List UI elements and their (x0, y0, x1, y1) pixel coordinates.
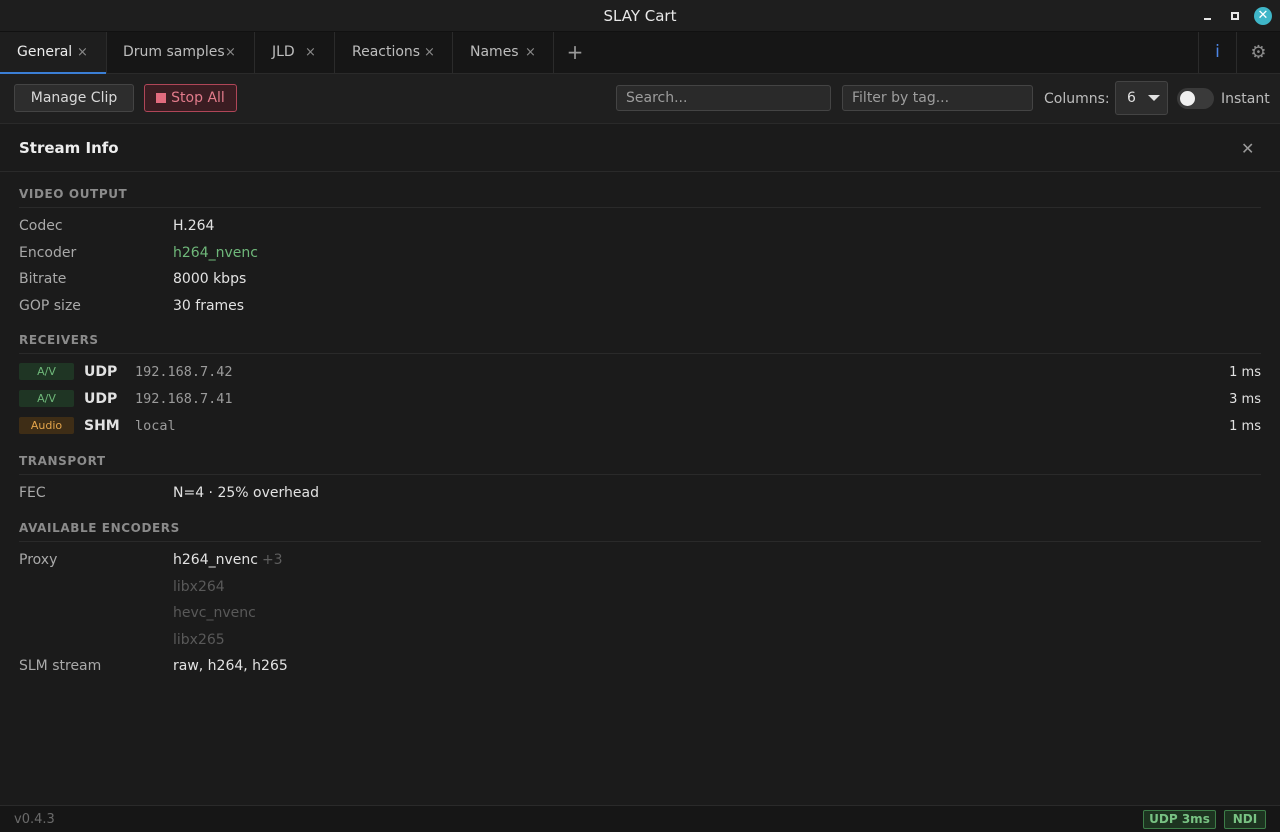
manage-clip-button[interactable]: Manage Clip (14, 84, 134, 112)
stop-icon (156, 93, 167, 103)
receiver-address: 192.168.7.42 (135, 364, 233, 380)
receiver-address: local (135, 418, 176, 434)
gear-icon[interactable]: ⚙ (1236, 32, 1280, 73)
info-icon[interactable]: i (1198, 32, 1236, 73)
receiver-latency: 3 ms (1229, 392, 1261, 407)
panel-title: Stream Info (19, 139, 119, 157)
minimize-icon[interactable] (1199, 7, 1217, 25)
proxy-encoder: h264_nvenc (173, 552, 258, 568)
ndi-status-badge[interactable]: NDI (1224, 810, 1266, 829)
av-badge: A/V (19, 390, 74, 407)
tab-close-icon[interactable]: × (305, 32, 316, 73)
fec-key: FEC (19, 485, 46, 501)
tab-drum-samples[interactable]: Drum samples × (107, 32, 255, 73)
receiver-protocol: UDP (84, 391, 118, 407)
encoder-key: Encoder (19, 245, 77, 261)
columns-label: Columns: (1044, 91, 1110, 107)
section-title-transport: TRANSPORT (19, 454, 1261, 475)
proxy-alternate: libx264 (173, 579, 225, 595)
add-tab-icon[interactable]: + (563, 32, 587, 73)
chevron-down-icon (1148, 95, 1160, 101)
fec-value: N=4 · 25% overhead (173, 485, 319, 501)
proxy-more-count: +3 (261, 552, 283, 568)
codec-value: H.264 (173, 218, 215, 234)
tab-label: General (17, 44, 73, 60)
toggle-knob (1180, 91, 1195, 106)
receiver-latency: 1 ms (1229, 419, 1261, 434)
section-title-available-encoders: AVAILABLE ENCODERS (19, 521, 1261, 542)
codec-key: Codec (19, 218, 63, 234)
proxy-key: Proxy (19, 552, 58, 568)
av-badge: A/V (19, 363, 74, 380)
udp-status-badge[interactable]: UDP 3ms (1143, 810, 1216, 829)
close-window-icon[interactable]: ✕ (1254, 7, 1272, 25)
stop-all-button[interactable]: Stop All (144, 84, 237, 112)
panel-header: Stream Info ✕ (0, 125, 1280, 172)
bitrate-value: 8000 kbps (173, 271, 247, 287)
receiver-protocol: UDP (84, 364, 118, 380)
window-title: SLAY Cart (603, 7, 677, 25)
slm-stream-value: raw, h264, h265 (173, 658, 288, 674)
section-title-receivers: RECEIVERS (19, 333, 1261, 354)
tab-names[interactable]: Names × (453, 32, 554, 73)
version-label: v0.4.3 (14, 812, 55, 827)
gop-size-value: 30 frames (173, 298, 245, 314)
tab-close-icon[interactable]: × (77, 32, 88, 73)
close-panel-icon[interactable]: ✕ (1241, 125, 1254, 172)
tag-filter-input[interactable] (842, 85, 1033, 111)
encoder-value: h264_nvenc (173, 245, 258, 261)
tab-close-icon[interactable]: × (424, 32, 435, 73)
gop-size-key: GOP size (19, 298, 81, 314)
tab-label: Drum samples (123, 44, 225, 60)
proxy-alternate: libx265 (173, 632, 225, 648)
tab-close-icon[interactable]: × (525, 32, 536, 73)
status-bar: v0.4.3 UDP 3ms NDI (0, 805, 1280, 832)
tab-label: Names (470, 44, 519, 60)
slm-stream-key: SLM stream (19, 658, 102, 674)
audio-badge: Audio (19, 417, 74, 434)
receiver-protocol: SHM (84, 418, 120, 434)
toolbar: Manage Clip Stop All Columns: 6 Instant (0, 74, 1280, 124)
tab-label: Reactions (352, 44, 421, 60)
tab-label: JLD (272, 44, 295, 60)
tab-close-icon[interactable]: × (225, 32, 236, 73)
columns-value: 6 (1127, 90, 1136, 106)
tab-general[interactable]: General × (0, 32, 107, 74)
bitrate-key: Bitrate (19, 271, 67, 287)
tab-reactions[interactable]: Reactions × (335, 32, 453, 73)
tab-bar: General × Drum samples × JLD × Reactions… (0, 32, 1280, 74)
columns-select[interactable]: 6 (1115, 81, 1168, 115)
instant-label: Instant (1221, 91, 1270, 107)
section-title-video-output: VIDEO OUTPUT (19, 187, 1261, 208)
receiver-address: 192.168.7.41 (135, 391, 233, 407)
maximize-icon[interactable] (1226, 7, 1244, 25)
proxy-alternate: hevc_nvenc (173, 605, 256, 621)
title-bar: SLAY Cart ✕ (0, 0, 1280, 32)
stream-info-panel: Stream Info ✕ VIDEO OUTPUT Codec H.264 E… (0, 125, 1280, 805)
instant-toggle[interactable] (1177, 88, 1214, 109)
receiver-latency: 1 ms (1229, 365, 1261, 380)
tab-jld[interactable]: JLD × (255, 32, 335, 73)
search-input[interactable] (616, 85, 831, 111)
proxy-value: h264_nvenc +3 (173, 552, 283, 568)
stop-all-label: Stop All (171, 90, 225, 106)
